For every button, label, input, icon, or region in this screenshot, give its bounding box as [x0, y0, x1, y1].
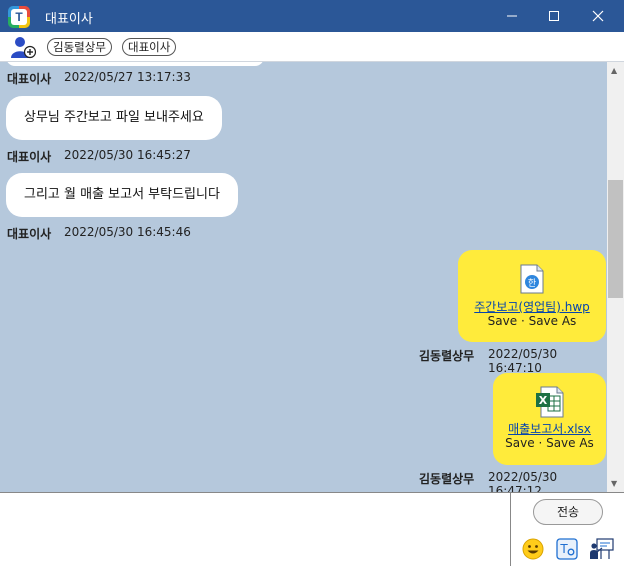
message-input[interactable]: [0, 493, 510, 566]
scroll-thumb[interactable]: [608, 180, 623, 298]
participant-chip[interactable]: 대표이사: [122, 38, 177, 56]
svg-text:한: 한: [528, 278, 536, 289]
hwp-file-icon: 한: [519, 264, 545, 297]
message-timestamp: 2022/05/30 16:47:10: [488, 347, 558, 375]
message-sender: 김동렬상무: [419, 349, 475, 363]
message-timestamp: 2022/05/30 16:47:12: [488, 470, 558, 492]
add-user-icon[interactable]: [10, 35, 37, 59]
app-logo-icon: T: [8, 6, 30, 28]
participants-bar: 김동렬상무 대표이사: [0, 32, 624, 62]
excel-file-icon: X: [535, 386, 565, 421]
window-title: 대표이사: [45, 12, 93, 27]
text-format-icon[interactable]: T: [555, 537, 579, 561]
send-button[interactable]: 전송: [533, 499, 603, 525]
file-bubble: X 매출보고서.xlsx Save · Save As: [493, 373, 606, 465]
message-bubble: 그리고 월 매출 보고서 부탁드립니다: [6, 173, 238, 217]
close-button[interactable]: [575, 0, 621, 32]
presentation-icon[interactable]: [589, 537, 614, 561]
file-link[interactable]: 주간보고(영업팀).hwp: [458, 298, 606, 315]
message-sender: 김동렬상무: [419, 472, 475, 486]
message-sender: 대표이사: [7, 150, 52, 164]
file-bubble: 한 주간보고(영업팀).hwp Save · Save As: [458, 250, 606, 342]
message-timestamp: 2022/05/27 13:17:33: [64, 70, 191, 84]
message-sender: 대표이사: [7, 227, 52, 241]
participant-chip[interactable]: 김동렬상무: [47, 38, 112, 56]
scroll-up-icon[interactable]: ▲: [611, 66, 617, 75]
emoji-icon[interactable]: [521, 537, 545, 561]
message-composer: [0, 492, 511, 566]
file-save-actions[interactable]: Save · Save As: [458, 314, 606, 328]
composer-tools: 전송 T: [511, 492, 624, 566]
scroll-down-icon[interactable]: ▼: [611, 479, 617, 488]
maximize-button[interactable]: [531, 0, 577, 32]
message-bubble: [6, 62, 264, 66]
message-bubble: 상무님 주간보고 파일 보내주세요: [6, 96, 222, 140]
message-timestamp: 2022/05/30 16:45:46: [64, 225, 191, 239]
minimize-button[interactable]: [489, 0, 535, 32]
message-timestamp: 2022/05/30 16:45:27: [64, 148, 191, 162]
message-sender: 대표이사: [7, 72, 52, 86]
chat-area: 대표이사 2022/05/27 13:17:33 상무님 주간보고 파일 보내주…: [0, 62, 607, 492]
file-save-actions[interactable]: Save · Save As: [493, 436, 606, 450]
title-bar: T 대표이사: [0, 0, 624, 32]
svg-text:X: X: [539, 394, 548, 407]
svg-text:T: T: [559, 542, 568, 556]
file-link[interactable]: 매출보고서.xlsx: [493, 420, 606, 437]
chat-scrollbar[interactable]: ▲ ▼: [607, 62, 624, 492]
